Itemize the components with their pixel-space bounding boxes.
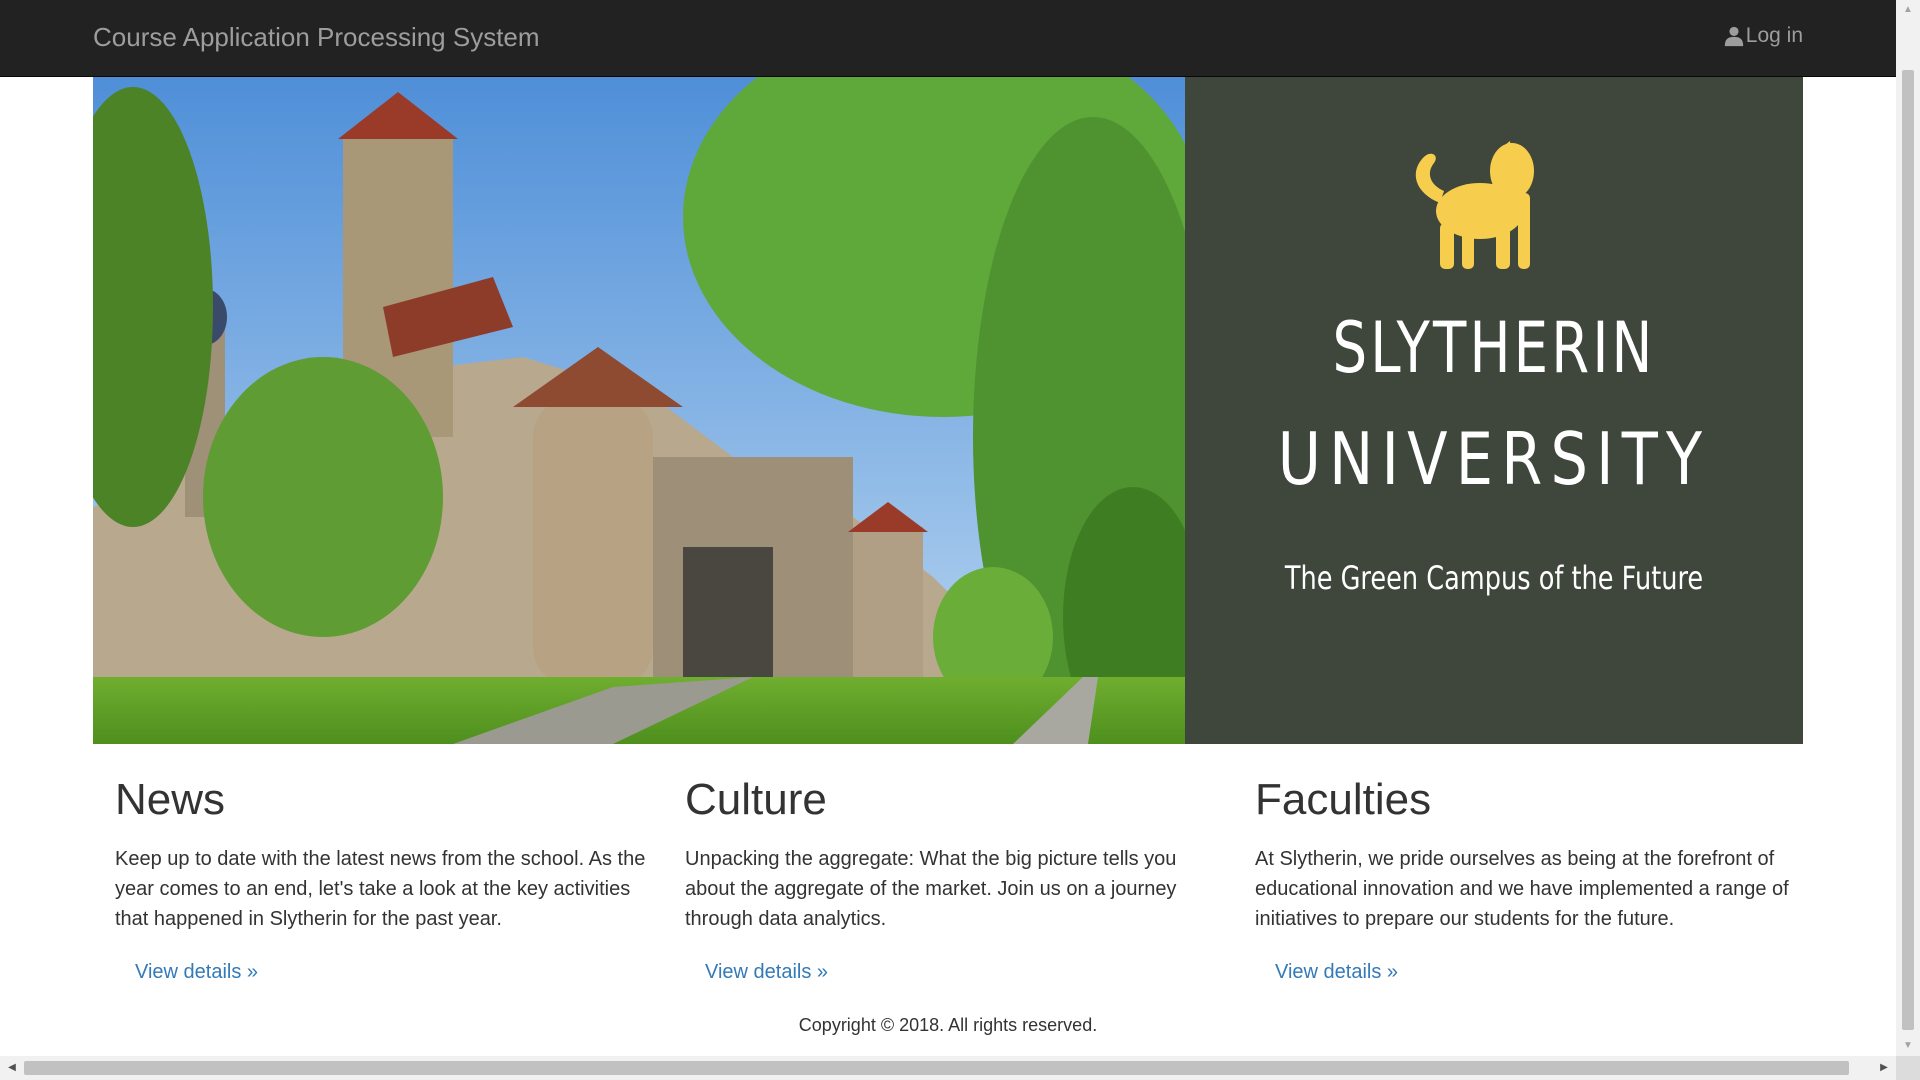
- hero-banner: SLYTHERIN UNIVERSITY The Green Campus of…: [93, 77, 1803, 744]
- news-view-details-link[interactable]: View details »: [135, 961, 258, 984]
- university-title-line1: SLYTHERIN: [1332, 307, 1656, 389]
- culture-heading: Culture: [685, 775, 827, 824]
- faculties-body: At Slytherin, we pride ourselves as bein…: [1255, 848, 1789, 930]
- scroll-up-icon[interactable]: ▲: [1896, 0, 1920, 20]
- vertical-scrollbar[interactable]: ▲ ▼: [1896, 0, 1920, 1056]
- news-body: Keep up to date with the latest news fro…: [115, 848, 646, 930]
- culture-section: Culture Unpacking the aggregate: What th…: [685, 770, 1230, 984]
- scroll-right-icon[interactable]: ▶: [1874, 1056, 1894, 1080]
- login-link[interactable]: Log in: [1723, 24, 1803, 48]
- faculties-section: Faculties At Slytherin, we pride ourselv…: [1255, 770, 1800, 984]
- scrollbar-corner: [1896, 1056, 1920, 1080]
- faculties-heading: Faculties: [1255, 775, 1432, 824]
- faculties-view-details-link[interactable]: View details »: [1275, 961, 1398, 984]
- vertical-scrollbar-thumb[interactable]: [1902, 70, 1914, 1030]
- footer-copyright: Copyright © 2018. All rights reserved.: [798, 1015, 1098, 1035]
- scroll-left-icon[interactable]: ◀: [2, 1056, 22, 1080]
- news-heading: News: [115, 775, 226, 824]
- navbar: Course Application Processing System Log…: [0, 0, 1896, 77]
- horizontal-scrollbar[interactable]: ◀ ▶: [0, 1056, 1896, 1080]
- news-section: News Keep up to date with the latest new…: [115, 770, 660, 984]
- culture-view-details-link[interactable]: View details »: [705, 961, 828, 984]
- culture-body: Unpacking the aggregate: What the big pi…: [685, 848, 1177, 930]
- lion-icon: [1415, 141, 1534, 269]
- login-label: Log in: [1745, 24, 1803, 47]
- university-title-line2: UNIVERSITY: [1277, 417, 1711, 501]
- brand-link[interactable]: Course Application Processing System: [93, 22, 540, 53]
- horizontal-scrollbar-thumb[interactable]: [24, 1061, 1849, 1075]
- scroll-down-icon[interactable]: ▼: [1896, 1036, 1920, 1056]
- castle-photo: [93, 77, 1185, 744]
- university-tagline: The Green Campus of the Future: [1284, 559, 1704, 597]
- university-panel: SLYTHERIN UNIVERSITY The Green Campus of…: [1185, 77, 1803, 744]
- user-icon: [1724, 26, 1743, 47]
